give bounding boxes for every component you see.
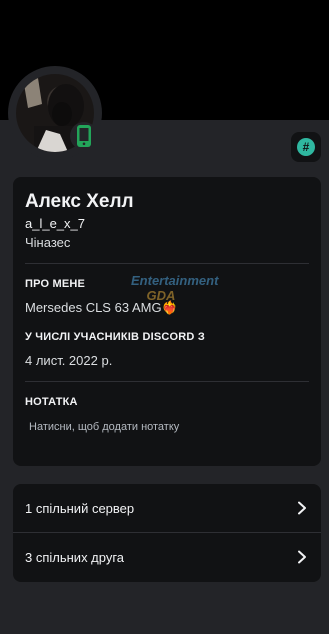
watermark-line1: Entertainment — [131, 273, 219, 288]
watermark-line2: GDA — [146, 288, 176, 303]
tag-button[interactable]: # — [291, 132, 321, 162]
member-since-title: У ЧИСЛІ УЧАСНИКІВ DISCORD З — [25, 331, 205, 343]
profile-card: Алекс Хелл a_l_e_x_7 Чіназес ПРО МЕНЕ Me… — [13, 177, 321, 466]
chevron-right-icon — [298, 550, 306, 564]
mutual-friends-label: 3 спільних друга — [25, 549, 125, 565]
mutual-servers-label: 1 спільний сервер — [25, 500, 135, 516]
mutual-list: 1 спільний сервер 3 спільних друга — [13, 484, 321, 582]
mobile-status-badge — [70, 122, 98, 150]
mobile-phone-icon — [77, 125, 91, 147]
display-name: Алекс Хелл — [25, 191, 134, 212]
mutual-servers-row[interactable]: 1 спільний сервер — [13, 484, 321, 532]
hash-icon: # — [297, 138, 315, 156]
note-input[interactable]: Натисни, щоб додати нотатку — [29, 421, 179, 433]
divider — [25, 263, 309, 264]
username[interactable]: a_l_e_x_7 — [25, 216, 85, 231]
chevron-right-icon — [298, 501, 306, 515]
divider — [25, 381, 309, 382]
member-since-date: 4 лист. 2022 р. — [25, 353, 113, 368]
watermark-logo: Entertainment GDA — [131, 273, 219, 307]
note-title: НОТАТКА — [25, 396, 78, 408]
about-title: ПРО МЕНЕ — [25, 278, 86, 290]
pronouns: Чіназес — [25, 235, 71, 250]
mutual-friends-row[interactable]: 3 спільних друга — [13, 533, 321, 581]
